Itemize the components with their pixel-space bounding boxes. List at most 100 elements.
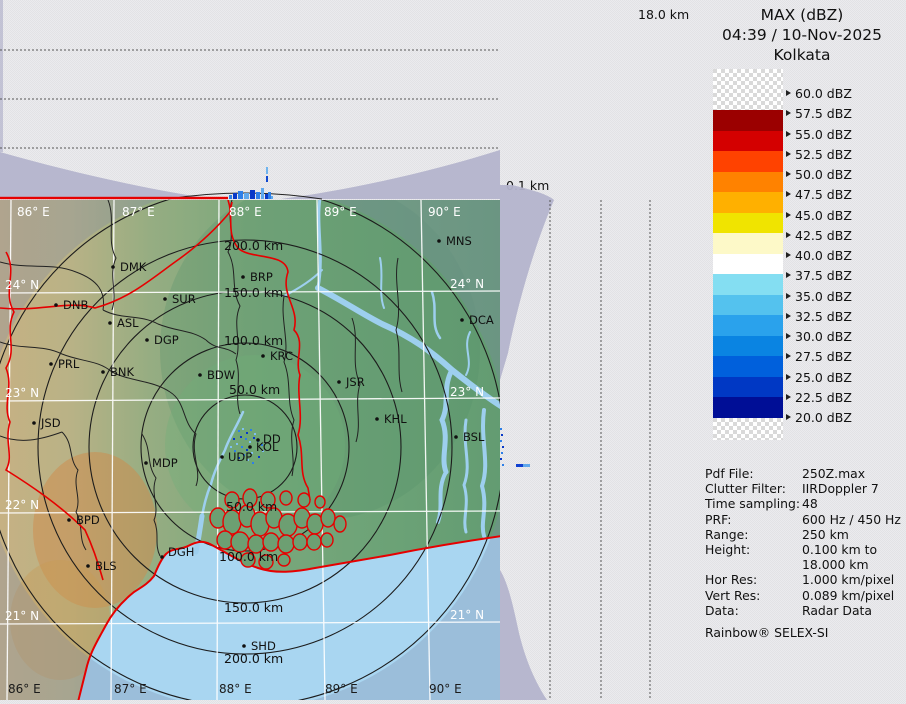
colorbar-band [713,315,783,336]
meta-label: Vert Res: [705,588,802,603]
meta-value: 1.000 km/pixel [802,572,894,587]
meta-label: Pdf File: [705,466,802,481]
tick-arrow-icon [786,252,791,258]
tick-arrow-icon [786,313,791,319]
product-title: MAX (dBZ) [698,5,906,25]
svg-text:MNS: MNS [446,234,472,248]
legend-label: 40.0 dBZ [795,248,852,263]
svg-text:23° N: 23° N [5,386,39,400]
svg-text:21° N: 21° N [5,609,39,623]
svg-text:22° N: 22° N [5,498,39,512]
colorbar-band [713,192,783,213]
meta-label [705,557,802,572]
svg-text:100.0 km: 100.0 km [219,549,278,564]
svg-text:MDP: MDP [152,456,178,470]
svg-text:PRL: PRL [58,357,80,371]
tick-arrow-icon [786,212,791,218]
meta-label: Time sampling: [705,496,802,511]
legend-label: 45.0 dBZ [795,208,852,223]
meta-label: Hor Res: [705,572,802,587]
svg-text:BRP: BRP [250,270,273,284]
svg-text:DGH: DGH [168,545,194,559]
tick-arrow-icon [786,272,791,278]
svg-text:86° E: 86° E [8,682,41,696]
svg-text:150.0 km: 150.0 km [224,600,283,615]
svg-text:DCA: DCA [469,313,494,327]
svg-text:200.0 km: 200.0 km [224,238,283,253]
svg-text:50.0 km: 50.0 km [229,382,280,397]
colorbar-band [713,110,783,131]
meta-label: Height: [705,542,802,557]
svg-text:KRC: KRC [270,349,293,363]
tick-arrow-icon [786,353,791,359]
product-datetime: 04:39 / 10-Nov-2025 [698,25,906,45]
tick-arrow-icon [786,394,791,400]
product-metadata: Pdf File:250Z.max Clutter Filter:IIRDopp… [705,466,903,640]
svg-text:KOL: KOL [256,440,279,454]
top-panel-echoes [229,167,273,199]
tick-arrow-icon [786,232,791,238]
legend-label: 42.5 dBZ [795,228,852,243]
tick-arrow-icon [786,191,791,197]
legend-label: 32.5 dBZ [795,309,852,324]
top-height-panel-canvas [0,0,500,200]
svg-text:86° E: 86° E [17,205,50,219]
beam-envelope-shapes [500,185,554,700]
height-gridlines [550,200,650,700]
legend-label: 22.5 dBZ [795,390,852,405]
legend-header: MAX (dBZ) 04:39 / 10-Nov-2025 Kolkata [698,5,906,65]
svg-text:87° E: 87° E [122,205,155,219]
svg-text:UDP: UDP [228,450,252,464]
svg-text:89° E: 89° E [324,205,357,219]
colorbar-band [713,233,783,254]
legend-label: 20.0 dBZ [795,410,852,425]
station-name: Kolkata [698,45,906,65]
tick-arrow-icon [786,333,791,339]
colorbar-band [713,397,783,418]
meta-value: Radar Data [802,603,872,618]
tick-arrow-icon [786,293,791,299]
legend-label: 57.5 dBZ [795,106,852,121]
colorbar-band [713,213,783,233]
tick-arrow-icon [786,374,791,380]
tick-arrow-icon [786,131,791,137]
svg-text:150.0 km: 150.0 km [224,285,283,300]
state-border-top-edge [0,197,228,199]
svg-text:KHL: KHL [384,412,407,426]
svg-text:88° E: 88° E [229,205,262,219]
colorbar-band [713,274,783,295]
legend-label: 50.0 dBZ [795,167,852,182]
meta-value: IIRDoppler 7 [802,481,879,496]
meta-value: 18.000 km [802,557,869,572]
svg-text:50.0 km: 50.0 km [226,499,277,514]
radar-map-canvas: MNS DMK BRP SUR DNB ASL DGP DCA KRC PRL … [0,200,500,700]
svg-text:BSL: BSL [463,430,485,444]
legend-label: 60.0 dBZ [795,86,852,101]
tick-arrow-icon [786,151,791,157]
right-panel-echoes [500,428,530,467]
colorbar-band [713,356,783,377]
software-brand: Rainbow® SELEX-SI [705,625,903,640]
svg-text:23° N: 23° N [450,385,484,399]
tick-arrow-icon [786,414,791,420]
meta-label: Data: [705,603,802,618]
svg-text:SUR: SUR [172,292,196,306]
tick-arrow-icon [786,110,791,116]
svg-text:BNK: BNK [110,365,134,379]
legend-label: 55.0 dBZ [795,127,852,142]
right-height-panel-canvas [500,185,706,700]
meta-value: 600 Hz / 450 Hz [802,512,901,527]
svg-text:JSD: JSD [40,416,61,430]
svg-text:200.0 km: 200.0 km [224,651,283,666]
legend-label: 52.5 dBZ [795,147,852,162]
meta-label: PRF: [705,512,802,527]
meta-label: Clutter Filter: [705,481,802,496]
colorbar-band [713,254,783,274]
svg-text:BDW: BDW [207,368,235,382]
svg-text:JSR: JSR [345,375,365,389]
svg-text:87° E: 87° E [114,682,147,696]
colorbar-band [713,336,783,356]
svg-text:DNB: DNB [63,298,88,312]
svg-text:DMK: DMK [120,260,147,274]
svg-text:88° E: 88° E [219,682,252,696]
